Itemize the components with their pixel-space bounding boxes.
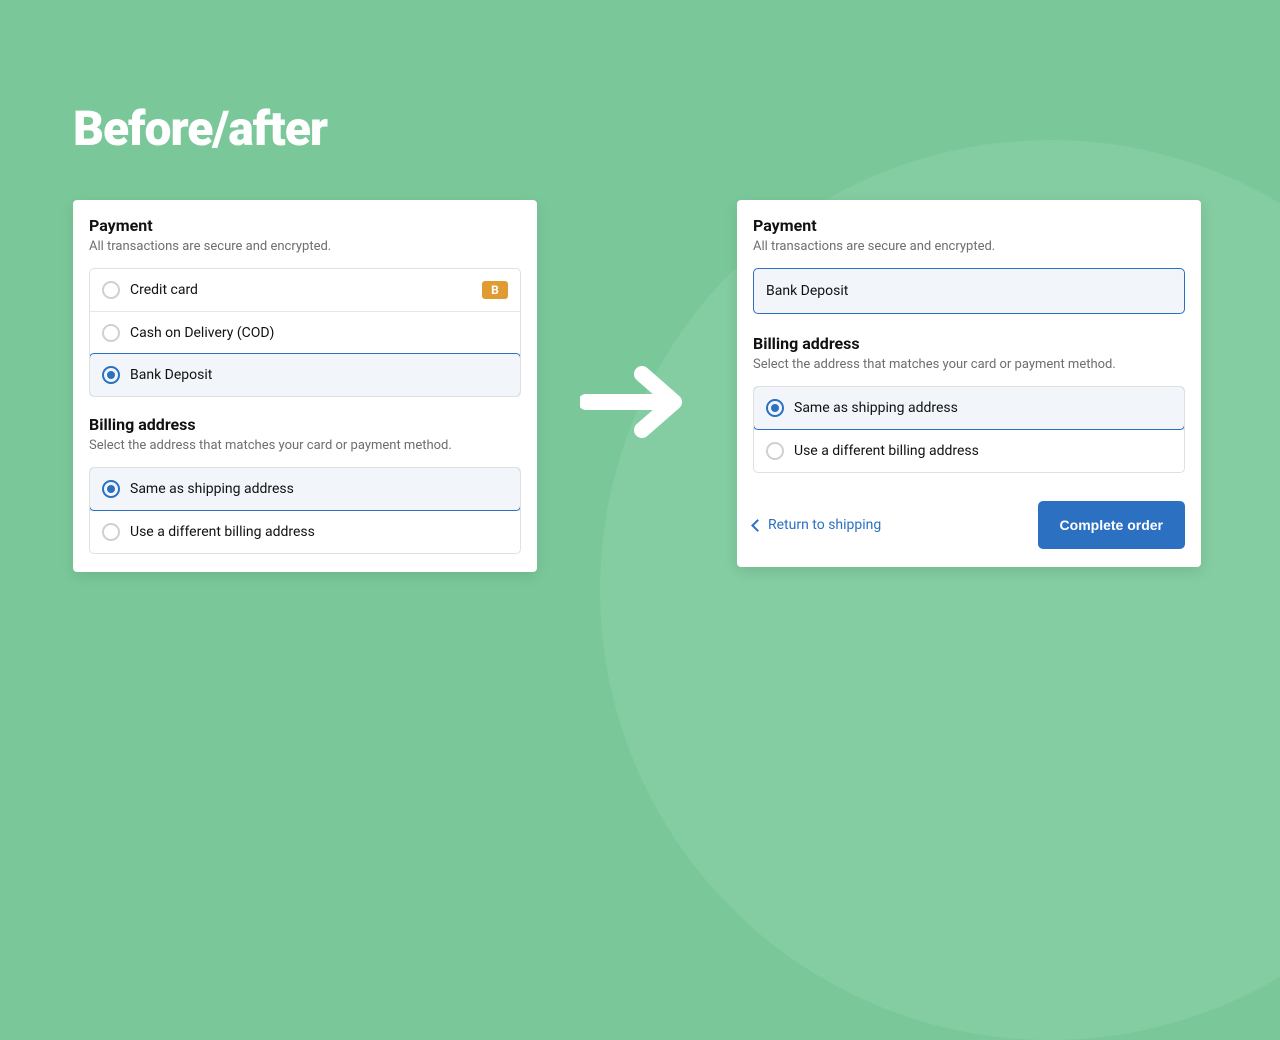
card-badge-icon: B (482, 281, 508, 299)
payment-option-bank-deposit[interactable]: Bank Deposit (89, 353, 521, 397)
arrow-right-icon (580, 362, 690, 446)
billing-option-label: Use a different billing address (794, 443, 979, 459)
billing-option-same[interactable]: Same as shipping address (753, 386, 1185, 430)
return-to-shipping-link[interactable]: Return to shipping (753, 517, 881, 533)
billing-option-label: Use a different billing address (130, 524, 315, 540)
billing-option-label: Same as shipping address (130, 481, 294, 497)
chevron-left-icon (751, 519, 764, 532)
billing-option-same[interactable]: Same as shipping address (89, 467, 521, 511)
payment-option-label: Credit card (130, 282, 198, 298)
radio-icon (766, 399, 784, 417)
billing-subtitle: Select the address that matches your car… (753, 357, 1185, 372)
billing-title: Billing address (753, 334, 1185, 353)
before-card: Payment All transactions are secure and … (73, 200, 537, 572)
page-title: Before/after (73, 100, 327, 157)
payment-option-label: Bank Deposit (130, 367, 212, 383)
billing-options: Same as shipping address Use a different… (89, 467, 521, 554)
payment-selected-panel[interactable]: Bank Deposit (753, 268, 1185, 314)
billing-title: Billing address (89, 415, 521, 434)
payment-options: Credit card B Cash on Delivery (COD) Ban… (89, 268, 521, 397)
radio-icon (102, 281, 120, 299)
footer: Return to shipping Complete order (753, 501, 1185, 549)
after-card: Payment All transactions are secure and … (737, 200, 1201, 567)
complete-order-button[interactable]: Complete order (1038, 501, 1185, 549)
radio-icon (766, 442, 784, 460)
radio-icon (102, 523, 120, 541)
payment-option-label: Cash on Delivery (COD) (130, 325, 274, 341)
billing-option-different[interactable]: Use a different billing address (90, 510, 520, 553)
radio-icon (102, 366, 120, 384)
radio-icon (102, 480, 120, 498)
return-link-label: Return to shipping (768, 517, 881, 533)
payment-option-cod[interactable]: Cash on Delivery (COD) (90, 311, 520, 354)
payment-subtitle: All transactions are secure and encrypte… (753, 239, 1185, 254)
payment-selected-label: Bank Deposit (766, 283, 848, 299)
payment-option-credit-card[interactable]: Credit card B (90, 269, 520, 311)
radio-icon (102, 324, 120, 342)
payment-title: Payment (89, 216, 521, 235)
billing-options: Same as shipping address Use a different… (753, 386, 1185, 473)
payment-title: Payment (753, 216, 1185, 235)
billing-subtitle: Select the address that matches your car… (89, 438, 521, 453)
payment-subtitle: All transactions are secure and encrypte… (89, 239, 521, 254)
billing-option-different[interactable]: Use a different billing address (754, 429, 1184, 472)
billing-option-label: Same as shipping address (794, 400, 958, 416)
